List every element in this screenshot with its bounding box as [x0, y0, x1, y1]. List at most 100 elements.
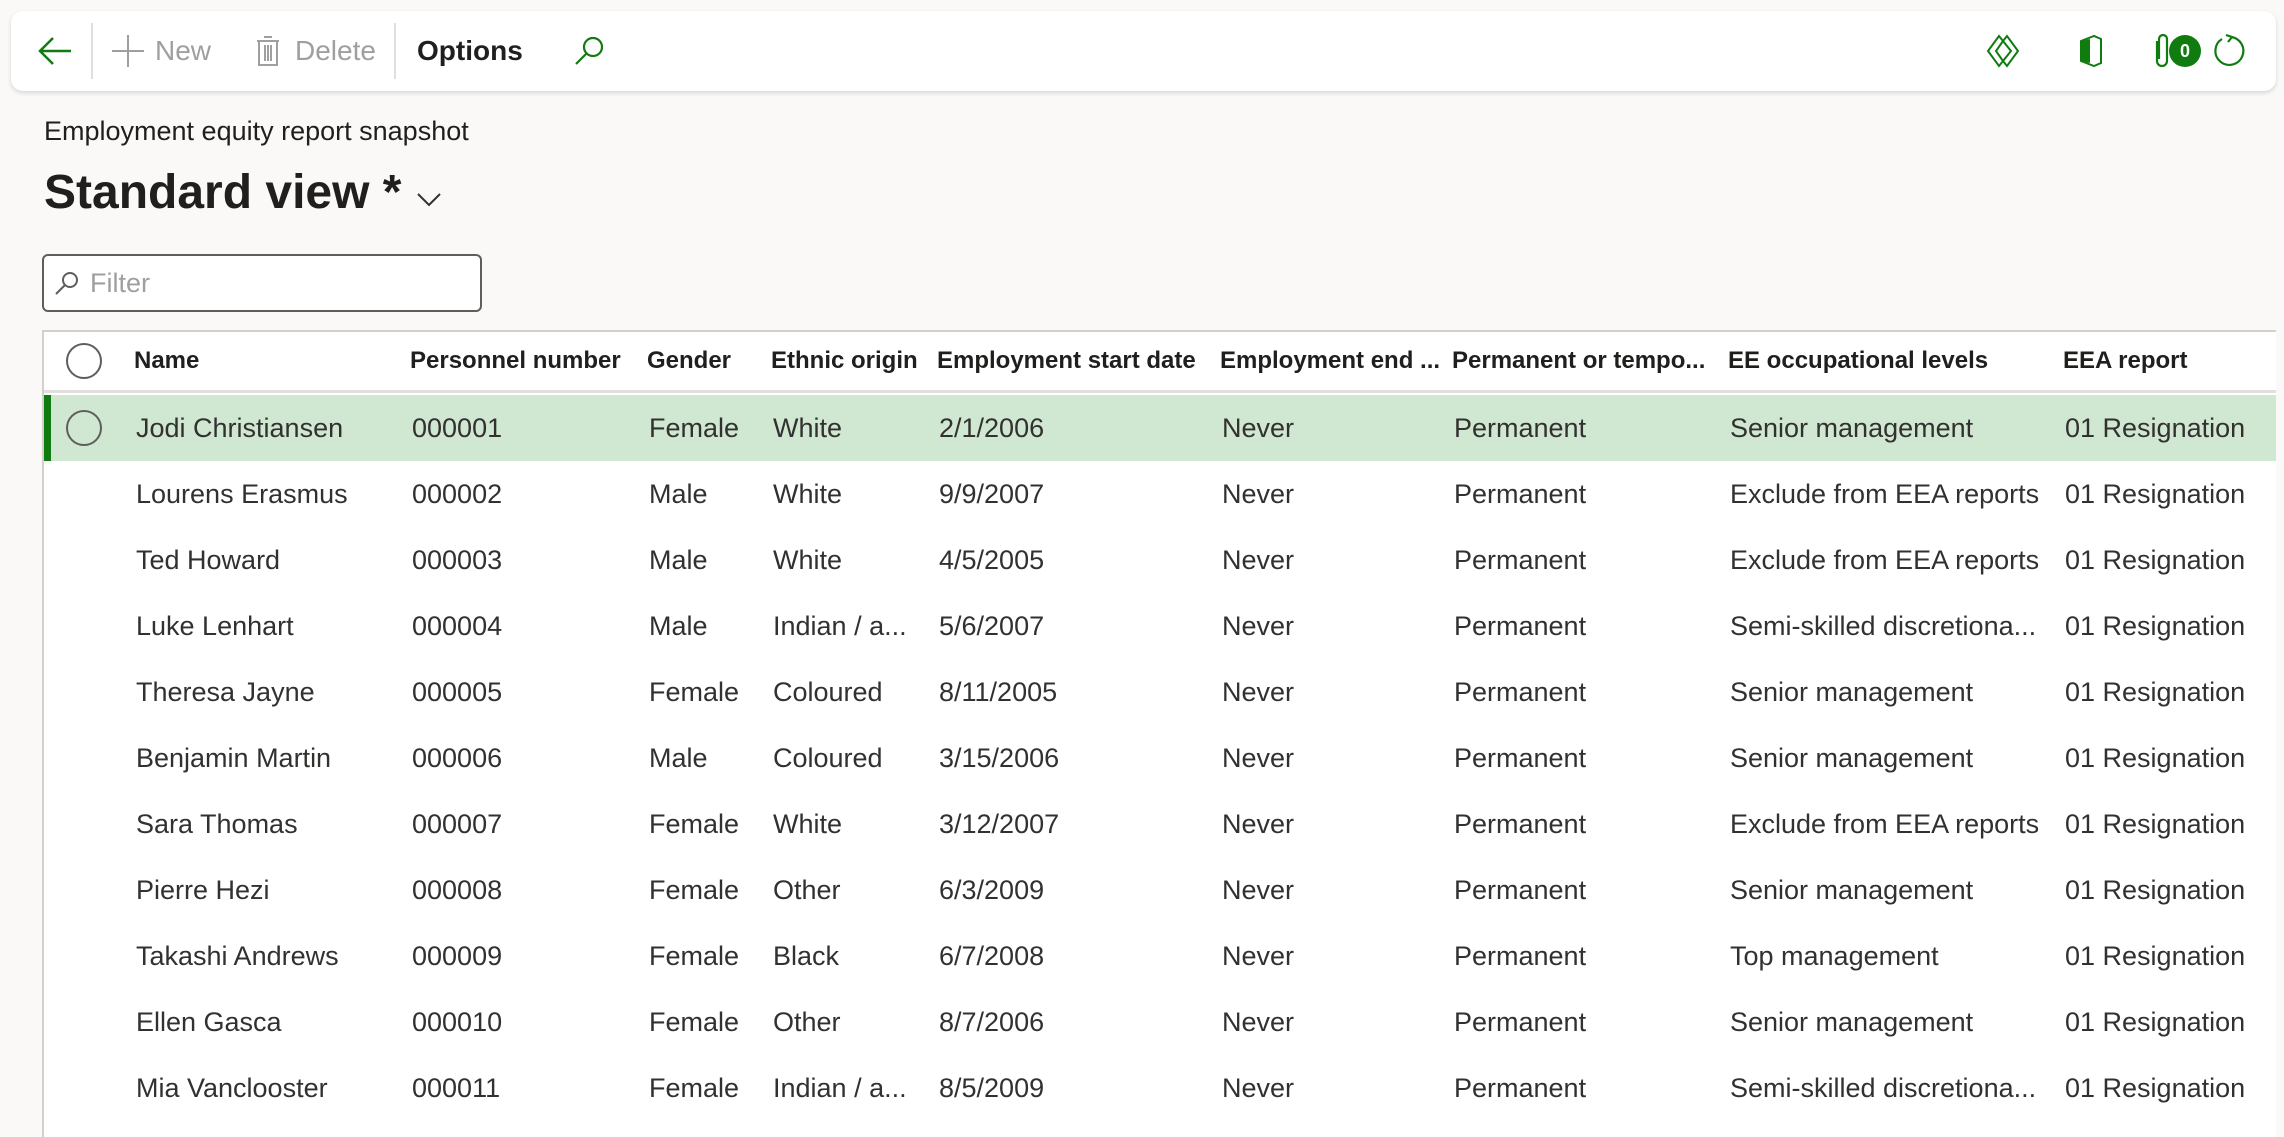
cell-employment-start-date: 8/7/2006 — [939, 1007, 1045, 1037]
new-button[interactable]: New — [111, 11, 211, 91]
cell-eea-report: 01 Resignation — [2065, 941, 2246, 971]
cell-employment-start-date: 8/5/2009 — [939, 1073, 1045, 1103]
toolbar-divider — [91, 23, 93, 79]
cell-employment-start-date: 5/6/2007 — [939, 611, 1045, 641]
search-button[interactable] — [573, 11, 605, 91]
search-icon — [575, 36, 604, 65]
action-toolbar: New Delete Options 0 — [11, 11, 2276, 91]
cell-gender: Female — [649, 875, 740, 905]
cell-name: Theresa Jayne — [136, 677, 315, 707]
cell-gender: Female — [649, 941, 740, 971]
cell-name: Luke Lenhart — [136, 611, 294, 641]
cell-ethnic-origin: White — [773, 809, 843, 839]
table-row[interactable]: Benjamin Martin 000006 Male Coloured 3/15/20… — [44, 725, 2276, 791]
cell-permanent-or-temporary: Permanent — [1454, 545, 1587, 575]
cell-name: Ellen Gasca — [136, 1007, 282, 1037]
table-row[interactable]: Mia Vanclooster 000011 Female Indian / a...… — [44, 1055, 2276, 1121]
table-row[interactable]: Lourens Erasmus 000002 Male White 9/9/2007 Ne… — [44, 461, 2276, 527]
cell-eea-report: 01 Resignation — [2065, 545, 2246, 575]
column-header-name[interactable]: Name — [134, 332, 199, 390]
cell-eea-report: 01 Resignation — [2065, 875, 2246, 905]
cell-personnel-number: 000001 — [412, 413, 503, 443]
cell-employment-end-date: Never — [1222, 677, 1295, 707]
cell-eea-report: 01 Resignation — [2065, 479, 2246, 509]
cell-ethnic-origin: Black — [773, 941, 840, 971]
cell-employment-end-date: Never — [1222, 875, 1295, 905]
filter-box[interactable] — [42, 254, 482, 312]
cell-ethnic-origin: White — [773, 545, 843, 575]
table-row[interactable]: Sara Thomas 000007 Female White 3/12/2007 Nev… — [44, 791, 2276, 857]
office-icon — [2080, 34, 2102, 68]
table-row[interactable]: Jodi Christiansen 000001 Female White 2/1/20… — [44, 395, 2276, 461]
cell-permanent-or-temporary: Permanent — [1454, 677, 1587, 707]
refresh-button[interactable] — [2211, 11, 2247, 91]
cell-gender: Female — [649, 413, 740, 443]
delete-button[interactable]: Delete — [255, 11, 376, 91]
cell-ee-occupational-level: Senior management — [1730, 1007, 1974, 1037]
cell-ee-occupational-level: Semi-skilled discretiona... — [1730, 1073, 2037, 1103]
attachments-count-badge: 0 — [2169, 35, 2201, 67]
cell-ethnic-origin: Coloured — [773, 743, 883, 773]
cell-permanent-or-temporary: Permanent — [1454, 743, 1587, 773]
cell-gender: Male — [649, 743, 708, 773]
breadcrumb: Employment equity report snapshot — [44, 116, 469, 146]
cell-employment-end-date: Never — [1222, 809, 1295, 839]
cell-ee-occupational-level: Senior management — [1730, 875, 1974, 905]
cell-employment-end-date: Never — [1222, 479, 1295, 509]
select-all-checkbox[interactable] — [66, 343, 102, 379]
table-row[interactable]: Theresa Jayne 000005 Female Coloured 8/11/20… — [44, 659, 2276, 725]
cell-employment-start-date: 8/11/2005 — [939, 677, 1058, 707]
power-apps-button[interactable] — [1985, 11, 2021, 91]
table-row[interactable]: Luke Lenhart 000004 Male Indian / a... 5/6/2… — [44, 593, 2276, 659]
cell-gender: Female — [649, 809, 740, 839]
filter-search-icon — [55, 272, 78, 295]
cell-personnel-number: 000006 — [412, 743, 503, 773]
back-button[interactable] — [37, 11, 73, 91]
grid-header: Name Personnel number Gender Ethnic orig… — [44, 332, 2276, 393]
cell-ee-occupational-level: Exclude from EEA reports — [1730, 479, 2040, 509]
table-row[interactable]: Ellen Gasca 000010 Female Other 8/7/2006 Neve… — [44, 989, 2276, 1055]
new-label: New — [155, 35, 212, 66]
table-row[interactable]: Pierre Hezi 000008 Female Other 6/3/2009 Neve… — [44, 857, 2276, 923]
cell-employment-end-date: Never — [1222, 743, 1295, 773]
back-arrow-icon — [38, 37, 71, 65]
table-row[interactable]: Takashi Andrews 000009 Female Black 6/7/2008… — [44, 923, 2276, 989]
cell-ee-occupational-level: Senior management — [1730, 413, 1974, 443]
cell-personnel-number: 000003 — [412, 545, 503, 575]
cell-personnel-number: 000004 — [412, 611, 503, 641]
cell-ethnic-origin: Other — [773, 1007, 841, 1037]
cell-employment-start-date: 3/12/2007 — [939, 809, 1060, 839]
cell-ee-occupational-level: Exclude from EEA reports — [1730, 545, 2040, 575]
column-header-employment-end-date[interactable]: Employment end ... — [1220, 332, 1440, 390]
cell-employment-end-date: Never — [1222, 941, 1295, 971]
office-button[interactable] — [2077, 11, 2105, 91]
column-header-gender[interactable]: Gender — [647, 332, 731, 390]
cell-name: Takashi Andrews — [136, 941, 339, 971]
column-header-personnel-number[interactable]: Personnel number — [410, 332, 621, 390]
cell-employment-start-date: 6/3/2009 — [939, 875, 1045, 905]
cell-eea-report: 01 Resignation — [2065, 677, 2246, 707]
chevron-down-icon — [417, 192, 442, 206]
cell-employment-start-date: 4/5/2005 — [939, 545, 1045, 575]
column-header-employment-start-date[interactable]: Employment start date — [937, 332, 1196, 390]
column-header-eea-report[interactable]: EEA report — [2063, 332, 2187, 390]
cell-permanent-or-temporary: Permanent — [1454, 809, 1587, 839]
column-header-ethnic-origin[interactable]: Ethnic origin — [771, 332, 918, 390]
cell-gender: Male — [649, 545, 708, 575]
cell-ethnic-origin: Indian / a... — [773, 611, 907, 641]
cell-eea-report: 01 Resignation — [2065, 1073, 2246, 1103]
cell-gender: Male — [649, 611, 708, 641]
table-row[interactable]: Ted Howard 000003 Male White 4/5/2005 Never Pe… — [44, 527, 2276, 593]
column-header-ee-occupational-levels[interactable]: EE occupational levels — [1728, 332, 1988, 390]
cell-name: Benjamin Martin — [136, 743, 332, 773]
cell-employment-start-date: 9/9/2007 — [939, 479, 1045, 509]
cell-employment-end-date: Never — [1222, 1073, 1295, 1103]
column-header-permanent-or-temporary[interactable]: Permanent or tempo... — [1452, 332, 1705, 390]
filter-input[interactable] — [90, 267, 450, 299]
cell-employment-end-date: Never — [1222, 413, 1295, 443]
cell-permanent-or-temporary: Permanent — [1454, 941, 1587, 971]
row-select-checkbox[interactable] — [66, 410, 102, 446]
view-selector[interactable]: Standard view * — [44, 165, 442, 220]
options-tab[interactable]: Options — [417, 11, 523, 91]
cell-name: Pierre Hezi — [136, 875, 270, 905]
